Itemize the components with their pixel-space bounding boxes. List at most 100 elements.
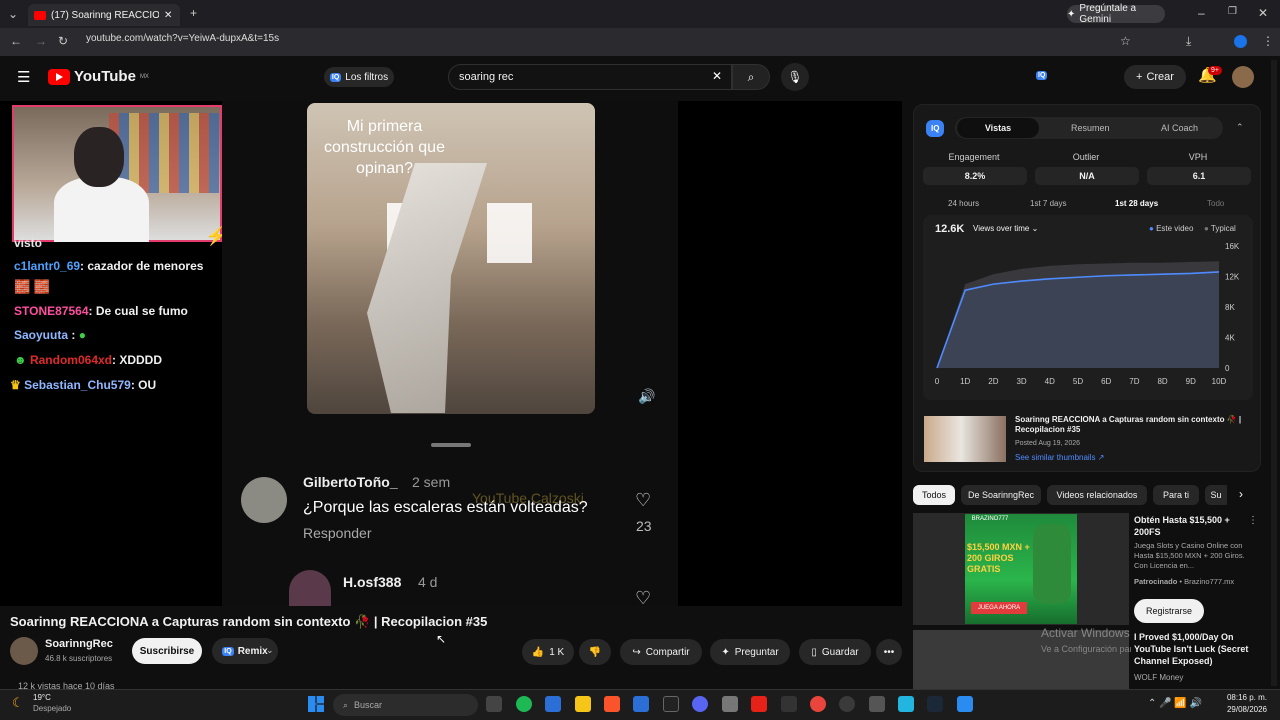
steam-icon[interactable] — [927, 696, 943, 712]
channel-name[interactable]: SoarinngRec — [45, 638, 113, 650]
youtube-app-icon[interactable] — [751, 696, 767, 712]
chat-user: Saoyuuta — [14, 328, 69, 342]
recommended-channel: WOLF Money — [1134, 673, 1184, 682]
register-button[interactable]: Registrarse — [1134, 599, 1204, 623]
subscribe-button[interactable]: Suscribirse — [132, 638, 202, 664]
tab-title: (17) Soarinng REACCIONA — [51, 9, 159, 21]
voice-search-button[interactable]: 🎙 — [781, 63, 809, 91]
extension-iq-icon[interactable]: IQ — [1036, 71, 1048, 80]
chip-subs[interactable]: Su — [1205, 485, 1227, 505]
similar-thumbnails-link[interactable]: See similar thumbnails ↗ — [1015, 453, 1104, 462]
badge-icon: ☻ — [14, 353, 30, 367]
ad-title[interactable]: Obtén Hasta $15,500 + 200FS — [1134, 514, 1252, 538]
channel-avatar[interactable] — [10, 637, 38, 665]
more-actions-button[interactable]: ••• — [876, 639, 902, 665]
gemini-label: Pregúntale a Gemini — [1079, 3, 1137, 25]
app-icon[interactable] — [898, 696, 914, 712]
volume-icon[interactable]: 🔊 — [638, 388, 655, 405]
hamburger-menu-icon[interactable]: ☰ — [17, 70, 30, 85]
discord-icon[interactable] — [692, 696, 708, 712]
metric-value: 8.2% — [923, 167, 1027, 185]
task-view-icon[interactable] — [486, 696, 502, 712]
browser-tab[interactable]: (17) Soarinng REACCIONA ✕ — [28, 4, 180, 26]
user-avatar[interactable] — [1232, 66, 1254, 88]
chip-from-channel[interactable]: De SoarinngRec — [961, 485, 1041, 505]
video-thumbnail[interactable] — [924, 416, 1006, 462]
related-posted: Posted Aug 19, 2026 — [1015, 440, 1080, 447]
app-icon[interactable] — [545, 696, 561, 712]
ask-button[interactable]: ✦ Preguntar — [710, 639, 790, 665]
epic-games-icon[interactable] — [663, 696, 679, 712]
filters-button[interactable]: IQ Los filtros — [324, 67, 394, 87]
app-icon[interactable] — [957, 696, 973, 712]
like-button[interactable]: 👍 1 K — [522, 639, 574, 665]
close-window-icon[interactable]: ✕ — [1258, 7, 1268, 19]
scrollbar[interactable] — [1271, 60, 1277, 686]
tab-summary[interactable]: Resumen — [1071, 123, 1110, 133]
browser-menu-icon[interactable]: ⋮ — [1262, 35, 1274, 47]
clock-time[interactable]: 08:16 p. m. — [1219, 693, 1267, 702]
range-all[interactable]: Todo — [1207, 199, 1224, 208]
app-icon[interactable] — [869, 696, 885, 712]
tab-views[interactable]: Vistas — [957, 118, 1039, 138]
gemini-button[interactable]: ✦ Pregúntale a Gemini — [1067, 3, 1165, 25]
ask-label: Preguntar — [734, 646, 779, 658]
more-vert-icon[interactable]: ⋮ — [1248, 516, 1258, 526]
collapse-icon[interactable]: ⌃ — [1236, 122, 1244, 133]
chevron-down-icon: ⌄ — [1031, 224, 1039, 233]
system-tray-icons[interactable]: ⌃ 🎤 📶 🔊 — [1148, 698, 1202, 709]
maximize-icon[interactable]: ❐ — [1228, 7, 1237, 17]
spotify-icon[interactable] — [516, 696, 532, 712]
chip-for-you[interactable]: Para ti — [1153, 485, 1199, 505]
ad-thumbnail[interactable]: BRAZINO777 $15,500 MXN + 200 GIROS GRATI… — [965, 514, 1077, 624]
chip-all[interactable]: Todos — [913, 485, 955, 505]
create-button[interactable]: + Crear — [1124, 65, 1186, 89]
back-icon[interactable]: ← — [10, 35, 22, 47]
app-icon[interactable] — [781, 696, 797, 712]
x-tick-label: 3D — [1016, 377, 1026, 386]
save-button[interactable]: ▯ Guardar — [799, 639, 871, 665]
url-field[interactable]: youtube.com/watch?v=YeiwA-dupxA&t=15s — [86, 33, 279, 44]
bookmark-star-icon[interactable]: ☆ — [1120, 35, 1131, 47]
search-input[interactable]: soaring rec — [448, 64, 732, 90]
profile-icon[interactable] — [1234, 35, 1247, 48]
weather-icon: ☾ — [12, 695, 24, 710]
search-icon: ⌕ — [343, 699, 349, 710]
x-tick-label: 4D — [1045, 377, 1055, 386]
chip-related[interactable]: Videos relacionados — [1047, 485, 1147, 505]
forward-icon[interactable]: → — [35, 35, 47, 47]
chevron-down-icon[interactable]: ⌄ — [266, 646, 274, 655]
reload-icon[interactable]: ↻ — [58, 35, 68, 47]
chrome-icon[interactable] — [810, 696, 826, 712]
weather-temp[interactable]: 19°C — [33, 693, 51, 702]
filters-label: Los filtros — [345, 71, 389, 83]
youtube-logo[interactable]: YouTube MX — [48, 68, 149, 85]
clear-search-icon[interactable]: ✕ — [712, 70, 722, 82]
metric-label: Engagement — [948, 152, 1000, 162]
app-icon[interactable] — [722, 696, 738, 712]
taskbar-search[interactable]: ⌕ Buscar — [333, 694, 478, 716]
file-explorer-icon[interactable] — [575, 696, 591, 712]
obs-icon[interactable] — [839, 696, 855, 712]
new-tab-icon[interactable]: + — [190, 7, 197, 19]
brave-icon[interactable] — [604, 696, 620, 712]
tab-menu-icon[interactable]: ⌄ — [8, 8, 18, 20]
close-tab-icon[interactable]: ✕ — [164, 10, 172, 21]
app-icon[interactable] — [633, 696, 649, 712]
minimize-icon[interactable]: – — [1198, 7, 1205, 19]
y-tick-label: 12K — [1225, 273, 1240, 282]
range-24h[interactable]: 24 hours — [948, 199, 979, 208]
range-7d[interactable]: 1st 7 days — [1030, 199, 1066, 208]
download-icon[interactable]: ⤓ — [1186, 35, 1191, 47]
sponsored-label: Patrocinado — [1134, 577, 1178, 586]
dislike-button[interactable]: 👎 — [579, 639, 611, 665]
chevron-right-icon[interactable]: › — [1239, 488, 1243, 500]
share-button[interactable]: ↪ Compartir — [620, 639, 702, 665]
tab-ai-coach[interactable]: AI Coach — [1161, 123, 1198, 133]
chat-line: ☻ Random064xd: XDDDD — [14, 353, 162, 367]
ad-promo: $15,500 MXN + 200 GIROS GRATIS — [967, 542, 1030, 574]
search-button[interactable]: ⌕ — [732, 64, 770, 90]
view-selector[interactable]: Views over time ⌄ — [973, 224, 1038, 233]
recommended-title[interactable]: I Proved $1,000/Day On YouTube Isn't Luc… — [1134, 631, 1252, 667]
range-28d[interactable]: 1st 28 days — [1115, 199, 1158, 208]
